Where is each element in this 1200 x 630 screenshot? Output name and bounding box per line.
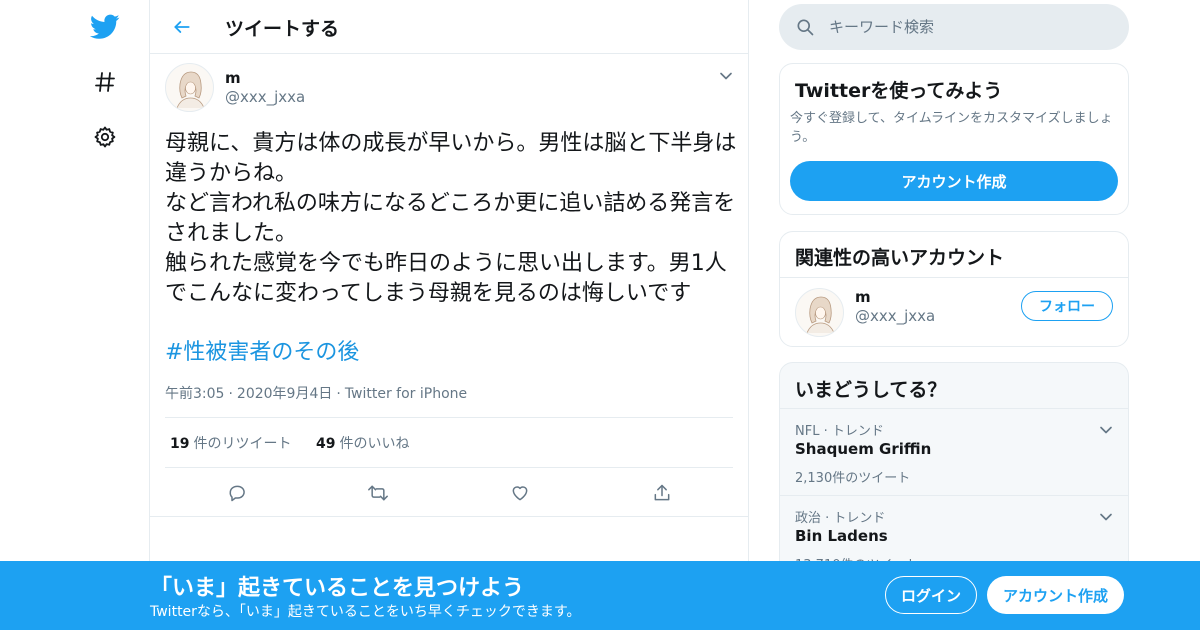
avatar-illustration-icon [806,296,835,334]
signup-card-title: Twitterを使ってみよう [795,80,1003,102]
hashtag-icon[interactable] [86,63,124,101]
twitter-bird-icon[interactable] [86,8,124,46]
chevron-down-icon [720,72,732,80]
trend-name: Bin Ladens [795,527,888,545]
column-header: ツイートする [150,0,748,54]
signup-card-description: 今すぐ登録して、タイムラインをカスタマイズしましょう。 [790,111,1113,145]
banner-create-account-button[interactable]: アカウント作成 [987,576,1124,614]
related-account-avatar[interactable] [795,288,844,337]
retweet-button[interactable] [363,478,393,508]
search-input[interactable] [829,4,1119,50]
meta-separator: · [336,386,341,402]
reply-button[interactable] [222,478,252,508]
share-icon [654,484,670,501]
banner-subtitle: Twitterなら、「いま」起きていることをいち早くチェックできます。 [150,604,581,620]
divider [780,277,1128,278]
trend-name: Shaquem Griffin [795,440,932,458]
chevron-down-icon[interactable] [1096,420,1116,440]
left-nav [0,0,150,630]
retweet-count: 19 [170,436,190,452]
tweet-text: 母親に、貴方は体の成長が早いから。男性は脳と下半身は違うからね。 など言われ私の… [165,131,737,306]
tweet-source[interactable]: Twitter for iPhone [345,386,467,402]
page-title: ツイートする [225,18,340,40]
create-account-button[interactable]: アカウント作成 [790,161,1118,201]
like-icon [512,486,528,501]
avatar-illustration-icon [176,71,205,109]
related-account-name[interactable]: m [855,288,871,306]
retweet-label: 件のリツイート [193,436,292,452]
like-count: 49 [316,436,336,452]
tweet-date[interactable]: 2020年9月4日 [237,383,332,403]
gear-icon[interactable] [86,118,124,156]
like-label: 件のいいね [339,436,410,452]
related-accounts-title: 関連性の高いアカウント [795,247,1005,269]
trend-context: NFL · トレンド [795,424,884,439]
tweet-hashtag[interactable]: #性被害者のその後 [165,338,359,368]
like-stat[interactable]: 49 件のいいね [316,433,409,453]
retweet-icon [368,485,388,501]
author-avatar[interactable] [165,63,214,112]
reply-icon [229,485,245,502]
share-button[interactable] [647,478,677,508]
back-arrow-icon [174,21,190,33]
search-box [779,4,1129,50]
tweet-actions [150,478,748,508]
search-icon [797,19,814,36]
tweet-stats: 19 件のリツイート 49 件のいいね [165,417,733,468]
login-button[interactable]: ログイン [885,576,977,614]
trend-count: 2,130件のツイート [795,471,911,486]
trend-item[interactable]: NFL · トレンド Shaquem Griffin 2,130件のツイート [780,408,1128,495]
tweet-menu-button[interactable] [716,66,736,86]
retweet-stat[interactable]: 19 件のリツイート [170,433,291,453]
banner-title: 「いま」起きていることを見つけよう [150,576,525,601]
follow-button[interactable]: フォロー [1021,291,1113,321]
like-button[interactable] [505,478,535,508]
tweet-meta: 午前3:05 · 2020年9月4日 · Twitter for iPhone [165,383,467,403]
tweet-time[interactable]: 午前3:05 [165,383,224,403]
signup-card: Twitterを使ってみよう 今すぐ登録して、タイムラインをカスタマイズしましょ… [779,63,1129,215]
author-name[interactable]: m [225,69,241,87]
trend-context: 政治 · トレンド [795,511,886,526]
meta-separator: · [228,386,233,402]
tweet: m @xxx_jxxa 母親に、貴方は体の成長が早いから。男性は脳と下半身は違う… [150,54,748,517]
related-accounts-card: 関連性の高いアカウント m @xxx_jxxa フォロー [779,231,1129,347]
related-account-handle[interactable]: @xxx_jxxa [855,307,935,325]
chevron-down-icon[interactable] [1096,507,1116,527]
back-button[interactable] [166,11,198,43]
page: ツイートする m @xxx_jxxa 母親に、貴方は体の成長が早いから。男性は脳… [0,0,1200,630]
author-handle[interactable]: @xxx_jxxa [225,88,305,106]
signup-banner: 「いま」起きていることを見つけよう Twitterなら、「いま」起きていることを… [0,561,1200,630]
trends-title: いまどうしてる？ [795,379,947,401]
main-column: ツイートする m @xxx_jxxa 母親に、貴方は体の成長が早いから。男性は脳… [149,0,749,630]
